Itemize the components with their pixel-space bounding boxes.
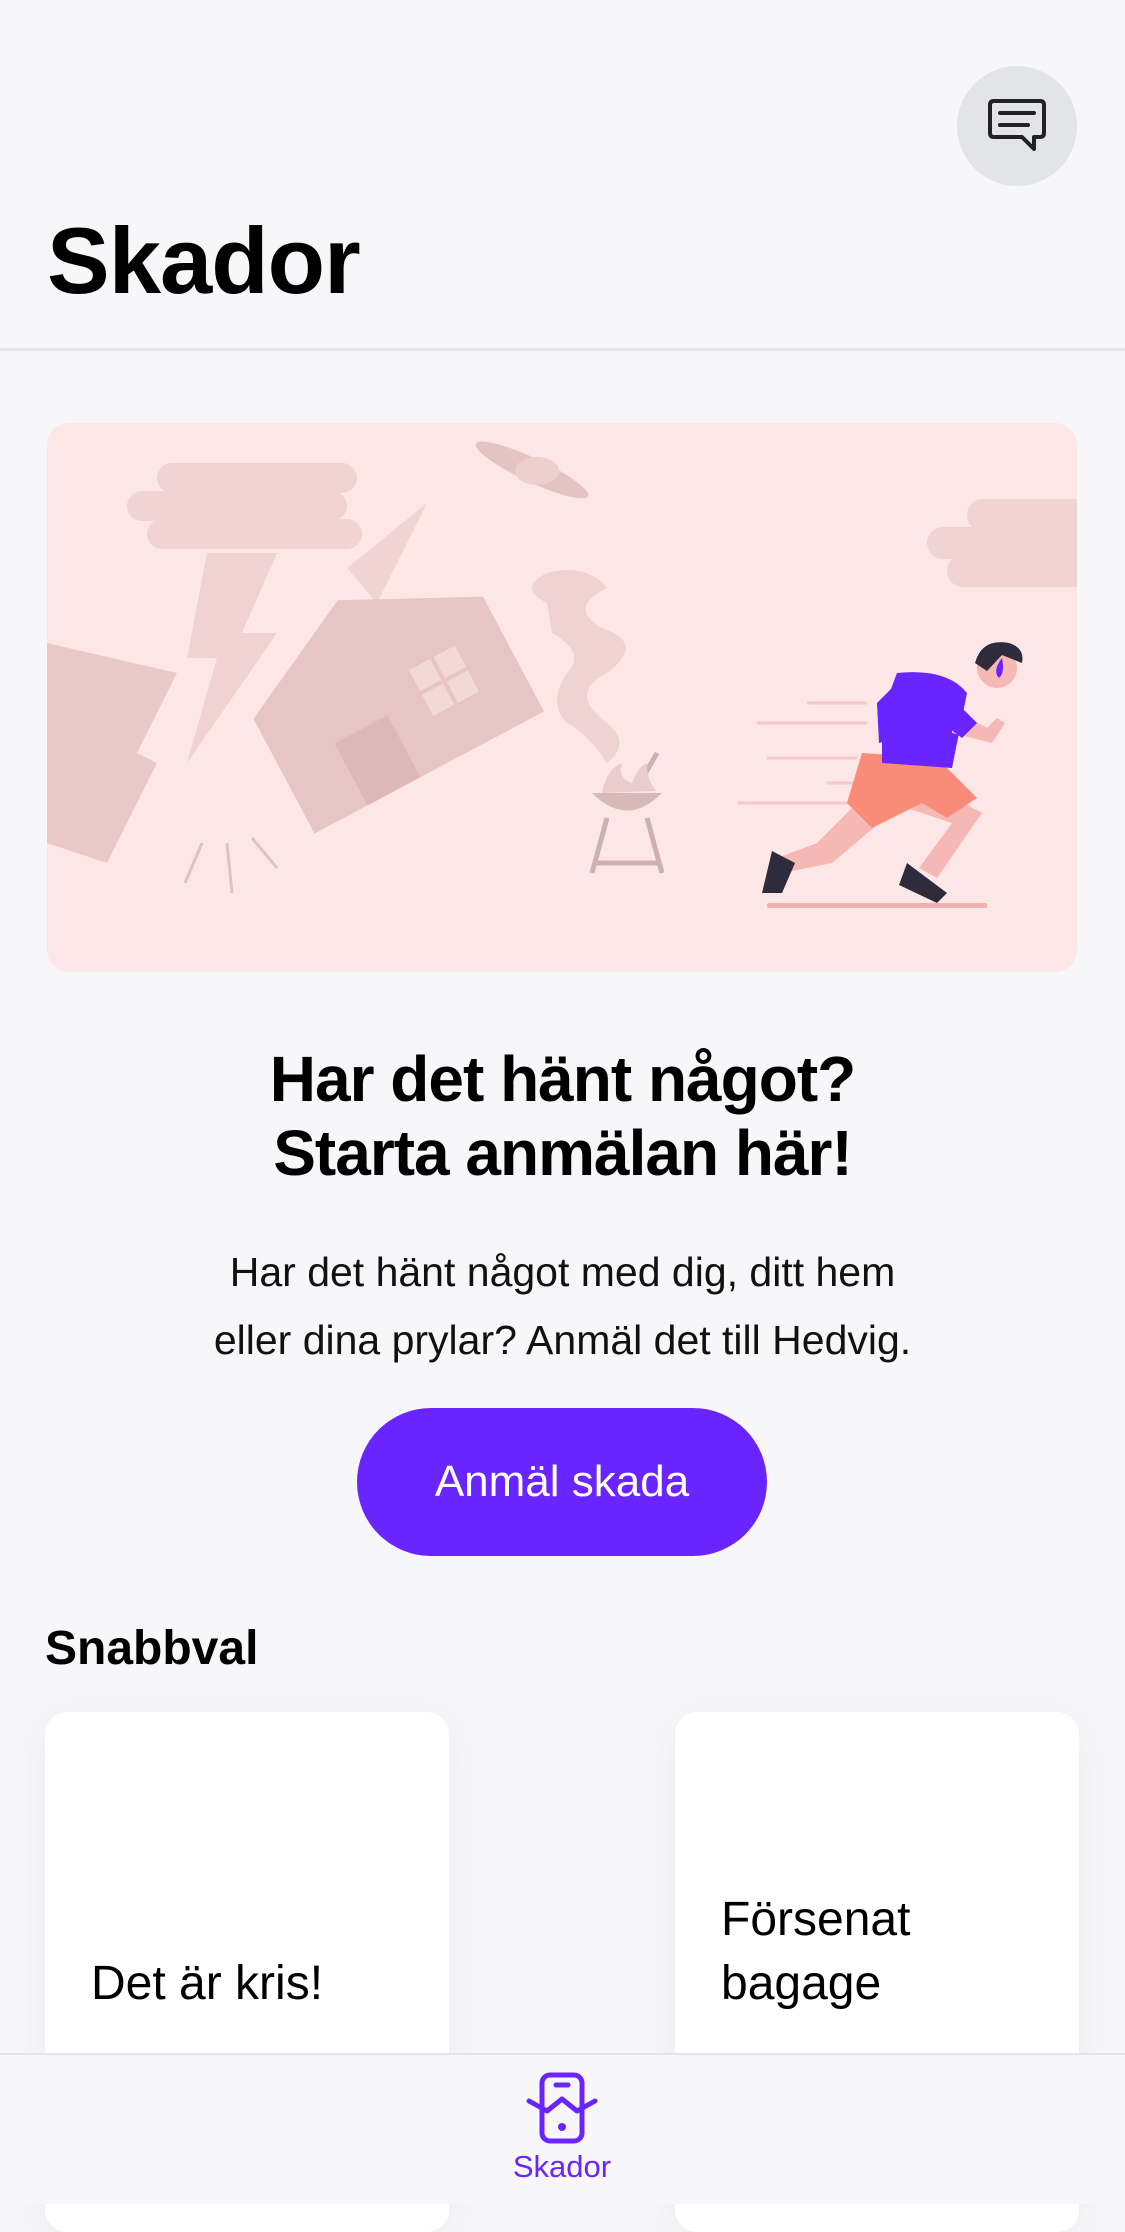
- card-label: Det är kris!: [91, 1957, 324, 2010]
- hero-headline-line: Har det hänt något?: [269, 1043, 856, 1115]
- quick-actions-title: Snabbval: [45, 1622, 259, 1675]
- report-claim-button[interactable]: Anmäl skada: [357, 1408, 767, 1556]
- chat-button[interactable]: [957, 66, 1077, 186]
- hero-illustration: [47, 423, 1077, 972]
- card-label-line: Försenat: [721, 1893, 911, 1946]
- page-title: Skador: [47, 208, 361, 313]
- header: Skador: [0, 0, 1125, 351]
- hero-headline: Har det hänt något? Starta anmälan här!: [0, 1042, 1125, 1190]
- hero-description-line: eller dina prylar? Anmäl det till Hedvig…: [213, 1317, 912, 1363]
- hero-description-line: Har det hänt något med dig, ditt hem: [229, 1249, 896, 1295]
- chat-bubble-icon: [988, 99, 1046, 151]
- hero-headline-line: Starta anmälan här!: [273, 1117, 853, 1189]
- card-label-line: bagage: [721, 1957, 882, 2010]
- tab-claims-label: Skador: [512, 2149, 612, 2184]
- card-label: Försenat bagage: [721, 1888, 910, 2016]
- tab-bar: Skador: [0, 2053, 1125, 2204]
- hero-description: Har det hänt något med dig, ditt hem ell…: [0, 1238, 1125, 1374]
- phone-claims-icon: [526, 2072, 598, 2144]
- tab-claims[interactable]: Skador: [462, 2071, 662, 2201]
